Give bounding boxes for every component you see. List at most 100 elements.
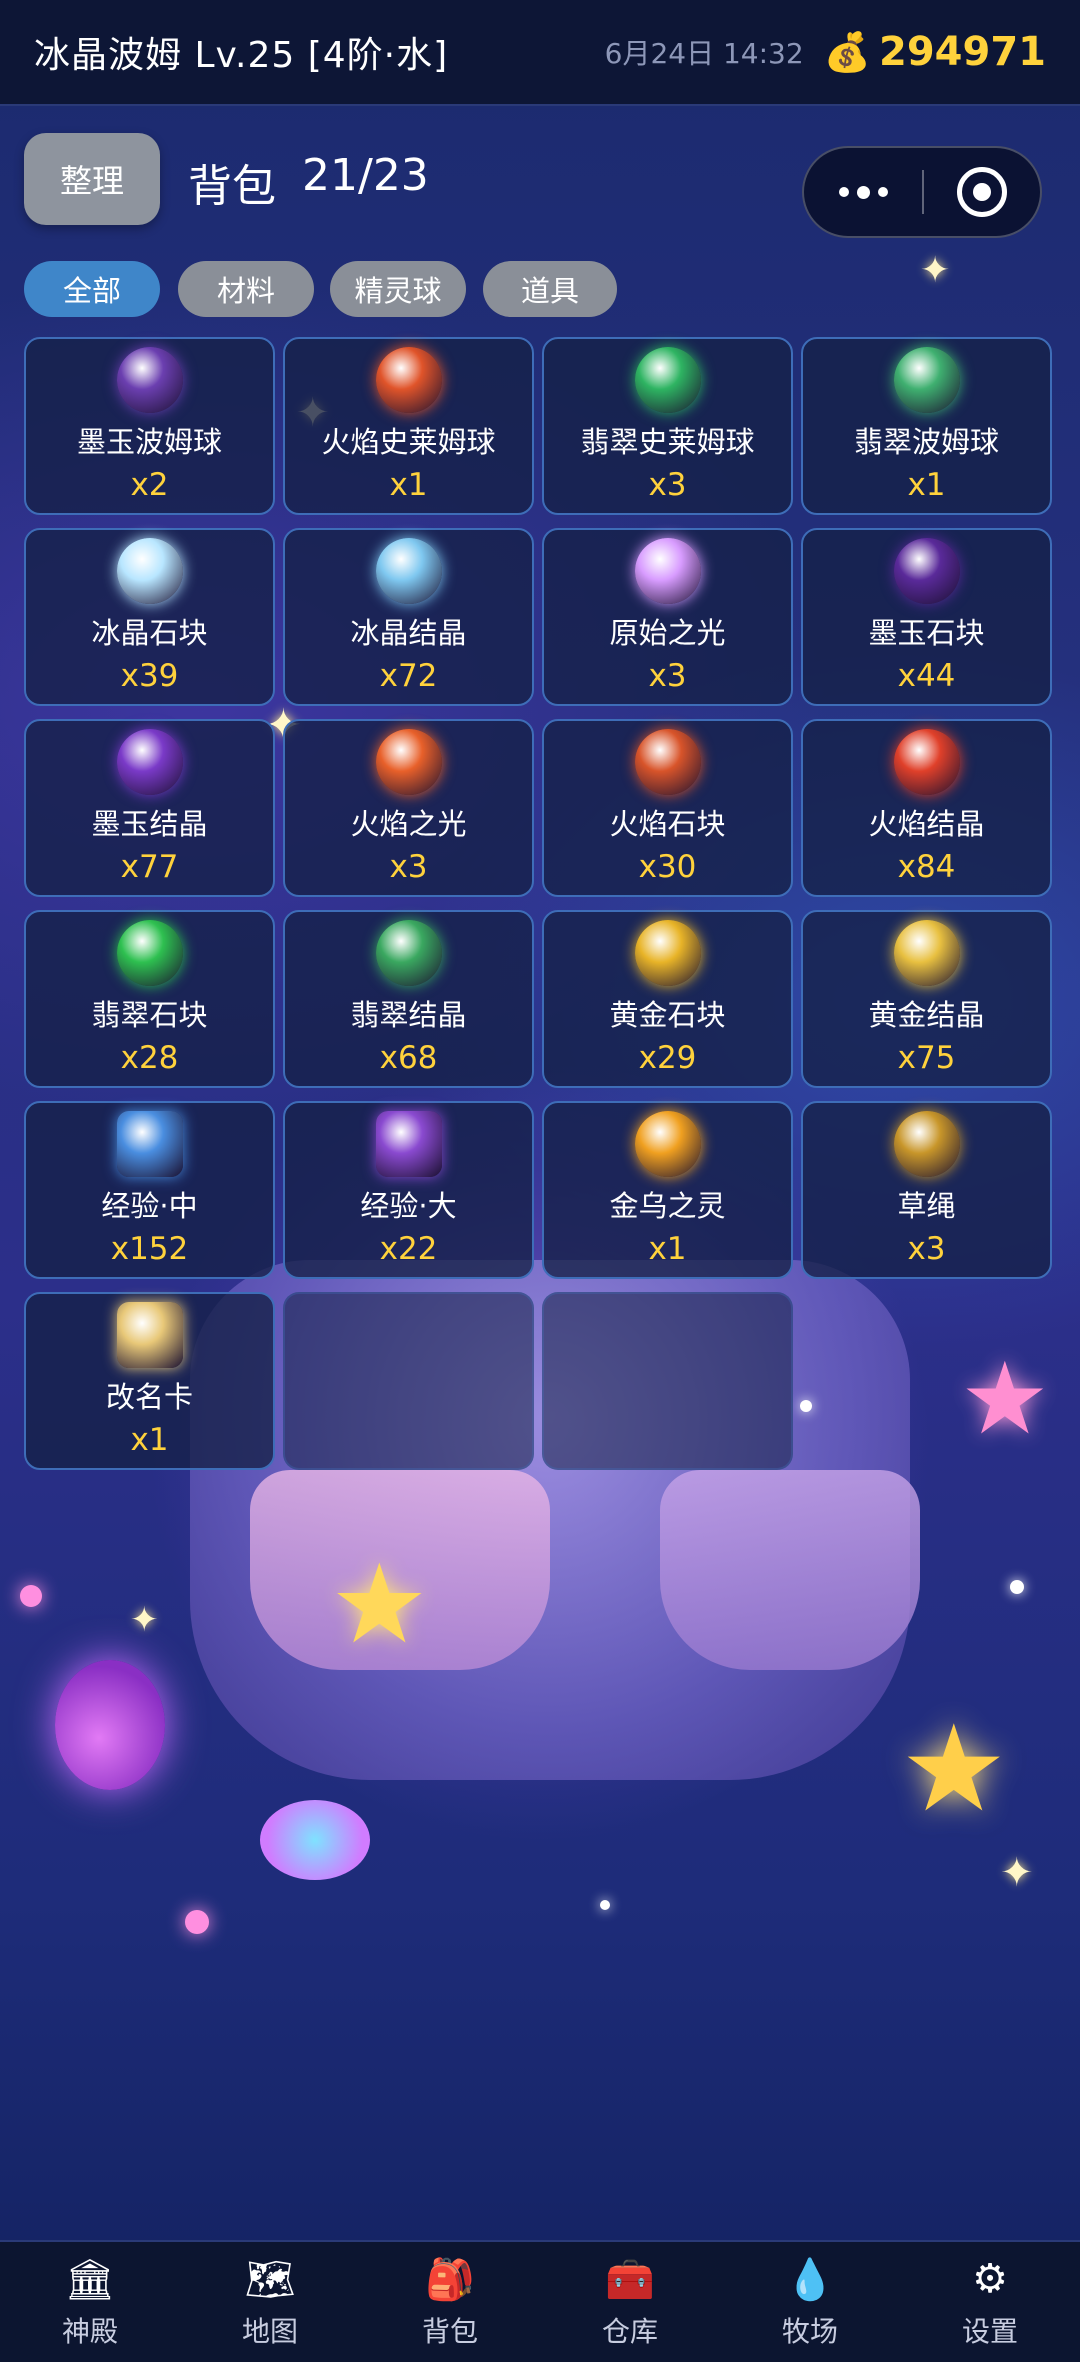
bag-capacity: 21/23 (302, 150, 429, 201)
close-target-icon[interactable] (924, 148, 1040, 236)
item-name: 冰晶石块 (91, 616, 208, 650)
money-bag-icon: 💰 (823, 29, 871, 74)
tab-props[interactable]: 道具 (483, 261, 617, 317)
inventory-slot[interactable]: 火焰之光 x3 (283, 719, 534, 897)
inventory-slot[interactable]: 金乌之灵 x1 (542, 1101, 793, 1279)
item-quantity: x1 (648, 1231, 687, 1267)
item-name: 火焰史莱姆球 (321, 425, 496, 459)
inventory-slot[interactable]: 草绳 x3 (801, 1101, 1052, 1279)
glow-dot-decoration (20, 1585, 42, 1607)
dark-jade-stone-icon (893, 538, 960, 604)
item-name: 黄金结晶 (868, 998, 985, 1032)
straw-rope-icon (893, 1111, 960, 1177)
fire-slime-ball-icon (375, 347, 442, 413)
item-name: 墨玉石块 (868, 616, 985, 650)
rename-card-icon (116, 1302, 183, 1368)
inventory-slot[interactable]: 原始之光 x3 (542, 528, 793, 706)
player-name-level: 冰晶波姆 Lv.25 [4阶·水] (34, 35, 449, 76)
more-options-icon[interactable] (804, 148, 922, 236)
item-name: 火焰结晶 (868, 807, 985, 841)
bag-title: 背包 (188, 161, 276, 212)
inventory-slot[interactable]: 火焰史莱姆球 x1 (283, 337, 534, 515)
item-name: 翡翠结晶 (350, 998, 467, 1032)
star-decoration: ★ (330, 1540, 429, 1668)
inventory-slot[interactable]: 经验·中 x152 (24, 1101, 275, 1279)
backpack-icon: 🎒 (425, 2256, 475, 2303)
item-quantity: x1 (130, 1422, 169, 1458)
fire-crystal-icon (893, 729, 960, 795)
inventory-slot[interactable]: 墨玉结晶 x77 (24, 719, 275, 897)
empty-inventory-slot[interactable] (542, 1292, 793, 1470)
backpack-pocket-right (660, 1470, 920, 1670)
item-quantity: x1 (907, 467, 946, 503)
inventory-slot[interactable]: 翡翠石块 x28 (24, 910, 275, 1088)
sort-button[interactable]: 整理 (24, 133, 160, 225)
nav-warehouse[interactable]: 🧰 仓库 (540, 2242, 720, 2362)
nav-settings[interactable]: ⚙ 设置 (900, 2242, 1080, 2362)
inventory-slot[interactable]: 冰晶石块 x39 (24, 528, 275, 706)
item-quantity: x68 (379, 1040, 438, 1076)
inventory-slot[interactable]: 黄金结晶 x75 (801, 910, 1052, 1088)
exp-book-medium-icon (116, 1111, 183, 1177)
emerald-stone-icon (116, 920, 183, 986)
empty-inventory-slot[interactable] (283, 1292, 534, 1470)
item-quantity: x30 (638, 849, 697, 885)
sparkle-decoration: ✦ (130, 1600, 159, 1640)
date-time: 6月24日 14:32 (604, 37, 804, 70)
item-name: 翡翠史莱姆球 (580, 425, 755, 459)
inventory-slot[interactable]: 墨玉石块 x44 (801, 528, 1052, 706)
nav-ranch[interactable]: 💧 牧场 (720, 2242, 900, 2362)
nav-label: 设置 (961, 2315, 1018, 2348)
warehouse-chest-icon: 🧰 (605, 2256, 655, 2303)
item-name: 火焰之光 (350, 807, 467, 841)
tab-all[interactable]: 全部 (24, 261, 160, 317)
inventory-slot[interactable]: 翡翠史莱姆球 x3 (542, 337, 793, 515)
item-quantity: x1 (389, 467, 428, 503)
nav-label: 地图 (241, 2315, 298, 2348)
item-name: 黄金石块 (609, 998, 726, 1032)
inventory-slot[interactable]: 翡翠结晶 x68 (283, 910, 534, 1088)
item-name: 经验·中 (101, 1189, 198, 1223)
item-quantity: x28 (120, 1040, 179, 1076)
nav-backpack[interactable]: 🎒 背包 (360, 2242, 540, 2362)
item-quantity: x3 (648, 658, 687, 694)
inventory-slot[interactable]: 火焰结晶 x84 (801, 719, 1052, 897)
inventory-slot[interactable]: 火焰石块 x30 (542, 719, 793, 897)
item-quantity: x2 (130, 467, 169, 503)
item-quantity: x3 (389, 849, 428, 885)
nav-label: 背包 (421, 2315, 478, 2348)
item-quantity: x84 (897, 849, 956, 885)
dark-jade-crystal-icon (116, 729, 183, 795)
nav-temple[interactable]: 🏛 神殿 (0, 2242, 180, 2362)
inventory-slot[interactable]: 墨玉波姆球 x2 (24, 337, 275, 515)
item-name: 草绳 (897, 1189, 956, 1223)
item-quantity: x39 (120, 658, 179, 694)
primal-light-orb-icon (634, 538, 701, 604)
inventory-slot[interactable]: 黄金石块 x29 (542, 910, 793, 1088)
tab-spirit-balls[interactable]: 精灵球 (330, 261, 466, 317)
item-name: 金乌之灵 (609, 1189, 726, 1223)
item-name: 冰晶结晶 (350, 616, 467, 650)
inventory-slot[interactable]: 翡翠波姆球 x1 (801, 337, 1052, 515)
inventory-slot[interactable]: 冰晶结晶 x72 (283, 528, 534, 706)
item-quantity: x44 (897, 658, 956, 694)
gold-crystal-icon (893, 920, 960, 986)
tab-materials[interactable]: 材料 (178, 261, 314, 317)
coin-balance: 294971 (879, 29, 1046, 75)
golden-crow-spirit-icon (634, 1111, 701, 1177)
candy-decoration (260, 1800, 370, 1880)
fire-stone-icon (634, 729, 701, 795)
dark-jade-ball-icon (116, 347, 183, 413)
item-name: 改名卡 (105, 1380, 193, 1414)
bottom-nav: 🏛 神殿 🗺 地图 🎒 背包 🧰 仓库 💧 牧场 ⚙ 设置 (0, 2240, 1080, 2362)
item-quantity: x152 (110, 1231, 189, 1267)
item-quantity: x72 (379, 658, 438, 694)
gold-stone-icon (634, 920, 701, 986)
item-quantity: x3 (648, 467, 687, 503)
ice-crystal-icon (375, 538, 442, 604)
inventory-slot[interactable]: 改名卡 x1 (24, 1292, 275, 1470)
inventory-slot[interactable]: 经验·大 x22 (283, 1101, 534, 1279)
nav-map[interactable]: 🗺 地图 (180, 2242, 360, 2362)
magic-wand-decoration: ★ (900, 1700, 1008, 1839)
item-name: 经验·大 (360, 1189, 457, 1223)
